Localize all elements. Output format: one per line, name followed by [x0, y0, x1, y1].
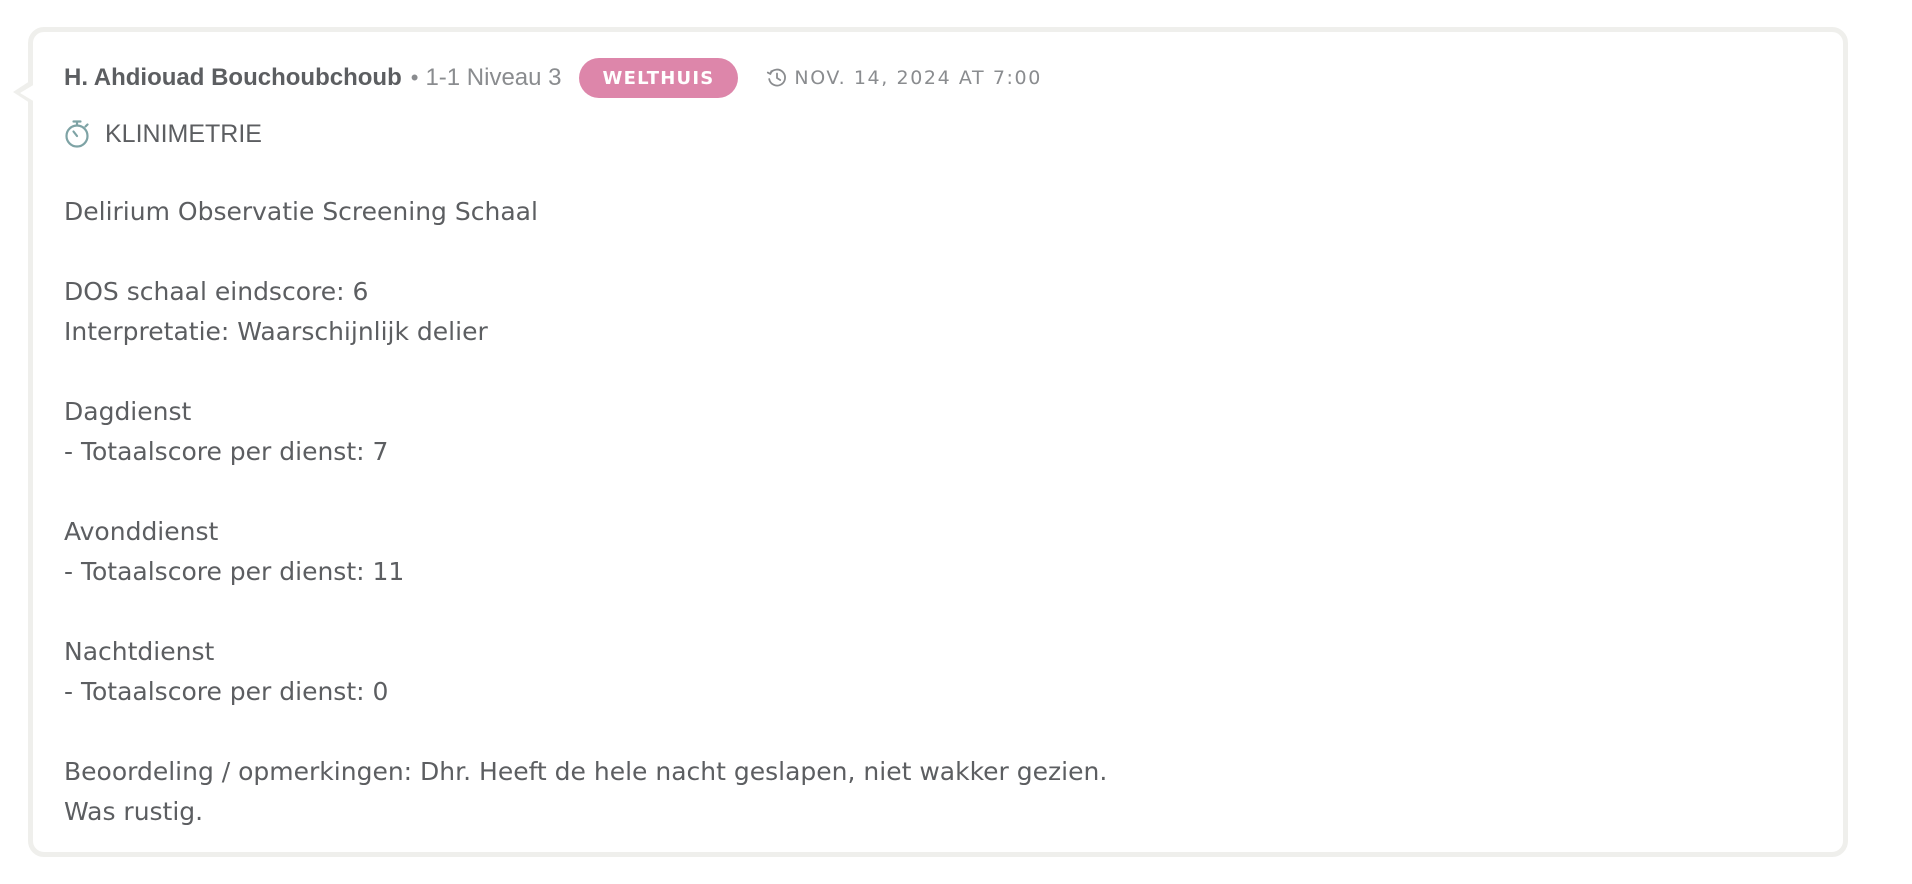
body-spacer — [64, 592, 1764, 632]
clock-history-icon — [766, 67, 788, 89]
note-card: H. Ahdiouad Bouchoubchoub • 1-1 Niveau 3… — [13, 27, 1848, 857]
body-shift-evening: Avonddienst — [64, 517, 219, 546]
body-spacer — [64, 472, 1764, 512]
body-score-line: DOS schaal eindscore: 6 — [64, 277, 369, 306]
stopwatch-icon — [64, 119, 90, 149]
card-pointer-inner — [20, 84, 35, 102]
body-title: Delirium Observatie Screening Schaal — [64, 197, 538, 226]
body-interpretation-line: Interpretatie: Waarschijnlijk delier — [64, 317, 488, 346]
body-remarks-line-1: Beoordeling / opmerkingen: Dhr. Heeft de… — [64, 757, 1108, 786]
department-badge: WELTHUIS — [578, 58, 739, 98]
body-shift-day-score: - Totaalscore per dienst: 7 — [64, 437, 389, 466]
body-spacer — [64, 232, 1764, 272]
note-category: KLINIMETRIE — [64, 116, 262, 152]
body-shift-night: Nachtdienst — [64, 637, 215, 666]
author-name[interactable]: H. Ahdiouad Bouchoubchoub — [64, 64, 402, 92]
category-label: KLINIMETRIE — [105, 119, 262, 148]
note-timestamp: NOV. 14, 2024 AT 7:00 — [794, 67, 1042, 89]
note-body: Delirium Observatie Screening Schaal DOS… — [64, 192, 1764, 832]
body-shift-day: Dagdienst — [64, 397, 192, 426]
body-shift-evening-score: - Totaalscore per dienst: 11 — [64, 557, 405, 586]
body-spacer — [64, 712, 1764, 752]
body-shift-night-score: - Totaalscore per dienst: 0 — [64, 677, 389, 706]
body-spacer — [64, 352, 1764, 392]
header-separator: • — [410, 65, 419, 90]
location-label: 1-1 Niveau 3 — [425, 64, 562, 91]
note-header: H. Ahdiouad Bouchoubchoub • 1-1 Niveau 3… — [64, 58, 1042, 98]
body-remarks-line-2: Was rustig. — [64, 797, 204, 826]
